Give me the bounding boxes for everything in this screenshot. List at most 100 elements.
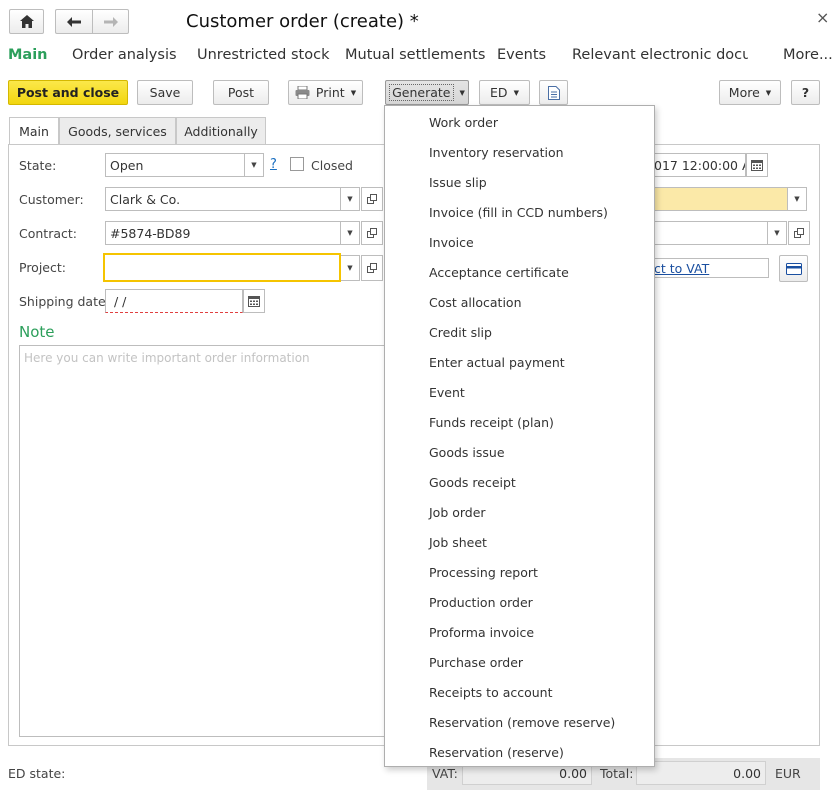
company-field[interactable] [640, 187, 788, 211]
document-list-icon [547, 85, 560, 100]
forward-button[interactable] [92, 9, 129, 34]
menu-item-work-order[interactable]: Work order [429, 115, 498, 130]
vat-taxation-link[interactable]: ct to VAT [654, 261, 709, 276]
menu-item-inventory-reservation[interactable]: Inventory reservation [429, 145, 564, 160]
caret-down-icon: ▼ [765, 88, 772, 97]
vat-label: VAT: [432, 766, 458, 781]
report-button[interactable] [539, 80, 568, 105]
page-title: Customer order (create) * [186, 11, 419, 32]
total-label: Total: [600, 766, 634, 781]
generate-menu: Work order Inventory reservation Issue s… [384, 105, 655, 767]
ed-button[interactable]: ED ▼ [479, 80, 530, 105]
shipping-date-field[interactable]: / / [105, 289, 243, 313]
contract-label: Contract: [19, 226, 77, 241]
menu-item-reservation-reserve[interactable]: Reservation (reserve) [429, 745, 564, 760]
warehouse-field[interactable] [640, 221, 768, 245]
tab-additionally[interactable]: Additionally [176, 117, 266, 144]
order-date-field[interactable]: 017 12:00:00 AI [640, 153, 746, 177]
menu-item-cost-allocation[interactable]: Cost allocation [429, 295, 522, 310]
back-button[interactable] [55, 9, 92, 34]
state-label: State: [19, 158, 57, 173]
menu-item-goods-receipt[interactable]: Goods receipt [429, 475, 516, 490]
contract-field[interactable]: #5874-BD89 [105, 221, 341, 245]
menu-item-enter-actual-payment[interactable]: Enter actual payment [429, 355, 565, 370]
customer-label: Customer: [19, 192, 84, 207]
nav-tab-relevant-edocs[interactable]: Relevant electronic docu... [572, 47, 748, 63]
caret-down-icon: ▼ [513, 88, 519, 97]
card-icon [785, 262, 802, 275]
print-button[interactable]: Print ▼ [288, 80, 363, 105]
closed-checkbox[interactable] [290, 157, 304, 171]
generate-button[interactable]: Generate ▼ [385, 80, 469, 105]
menu-item-acceptance-certificate[interactable]: Acceptance certificate [429, 265, 569, 280]
nav-tab-main[interactable]: Main [8, 47, 48, 63]
currency-label: EUR [775, 766, 801, 781]
menu-item-production-order[interactable]: Production order [429, 595, 533, 610]
menu-item-receipts-to-account[interactable]: Receipts to account [429, 685, 553, 700]
nav-tab-order-analysis[interactable]: Order analysis [72, 47, 177, 63]
more-button[interactable]: More ▼ [719, 80, 781, 105]
project-dropdown-icon[interactable]: ▼ [341, 255, 360, 281]
printer-icon [295, 86, 310, 99]
tab-goods-services[interactable]: Goods, services [59, 117, 176, 144]
nav-tab-mutual-settlements[interactable]: Mutual settlements [345, 47, 485, 63]
post-and-close-button[interactable]: Post and close [8, 80, 128, 105]
state-help-link[interactable]: ? [270, 157, 277, 172]
help-button[interactable]: ? [791, 80, 820, 105]
note-placeholder: Here you can write important order infor… [24, 351, 310, 365]
project-field[interactable] [103, 253, 341, 282]
nav-tab-unrestricted-stock[interactable]: Unrestricted stock [197, 47, 329, 63]
note-title: Note [19, 323, 55, 341]
project-open-icon[interactable] [361, 255, 383, 281]
post-button[interactable]: Post [213, 80, 269, 105]
tab-main[interactable]: Main [9, 117, 59, 145]
menu-item-purchase-order[interactable]: Purchase order [429, 655, 523, 670]
calendar-icon[interactable] [746, 153, 768, 177]
save-button[interactable]: Save [137, 80, 193, 105]
menu-item-goods-issue[interactable]: Goods issue [429, 445, 505, 460]
close-icon[interactable]: × [816, 8, 829, 27]
customer-open-icon[interactable] [361, 187, 383, 211]
menu-item-funds-receipt-plan[interactable]: Funds receipt (plan) [429, 415, 554, 430]
caret-down-icon: ▼ [459, 88, 465, 97]
home-icon [19, 15, 34, 28]
contract-dropdown-icon[interactable]: ▼ [341, 221, 360, 245]
contract-open-icon[interactable] [361, 221, 383, 245]
ed-label: ED [490, 85, 508, 100]
project-label: Project: [19, 260, 66, 275]
company-dropdown-icon[interactable]: ▼ [788, 187, 807, 211]
menu-item-job-order[interactable]: Job order [429, 505, 486, 520]
menu-item-issue-slip[interactable]: Issue slip [429, 175, 487, 190]
calendar-icon[interactable] [243, 289, 265, 313]
arrow-right-icon [103, 16, 118, 27]
ed-state-label: ED state: [8, 766, 66, 781]
menu-item-processing-report[interactable]: Processing report [429, 565, 538, 580]
note-textarea[interactable]: Here you can write important order infor… [19, 345, 439, 737]
generate-label: Generate [389, 84, 454, 101]
menu-item-reservation-remove[interactable]: Reservation (remove reserve) [429, 715, 615, 730]
arrow-left-icon [67, 16, 81, 27]
customer-dropdown-icon[interactable]: ▼ [341, 187, 360, 211]
home-button[interactable] [9, 9, 44, 34]
more-label: More [728, 85, 760, 100]
caret-down-icon: ▼ [350, 88, 357, 97]
warehouse-dropdown-icon[interactable]: ▼ [768, 221, 787, 245]
state-dropdown-icon[interactable]: ▼ [245, 153, 264, 177]
vat-taxation-field[interactable]: ct to VAT [640, 258, 769, 278]
menu-item-credit-slip[interactable]: Credit slip [429, 325, 492, 340]
menu-item-invoice[interactable]: Invoice [429, 235, 474, 250]
nav-tab-more[interactable]: More... [783, 47, 833, 63]
state-field[interactable]: Open [105, 153, 245, 177]
menu-item-event[interactable]: Event [429, 385, 465, 400]
customer-field[interactable]: Clark & Co. [105, 187, 341, 211]
menu-item-invoice-ccd[interactable]: Invoice (fill in CCD numbers) [429, 205, 608, 220]
warehouse-open-icon[interactable] [788, 221, 810, 245]
menu-item-proforma-invoice[interactable]: Proforma invoice [429, 625, 534, 640]
print-label: Print [315, 85, 345, 100]
shipping-date-label: Shipping date: [19, 294, 110, 309]
menu-item-job-sheet[interactable]: Job sheet [429, 535, 487, 550]
payment-card-button[interactable] [779, 255, 808, 282]
total-value: 0.00 [636, 761, 766, 785]
closed-label: Closed [311, 158, 353, 173]
nav-tab-events[interactable]: Events [497, 47, 546, 63]
